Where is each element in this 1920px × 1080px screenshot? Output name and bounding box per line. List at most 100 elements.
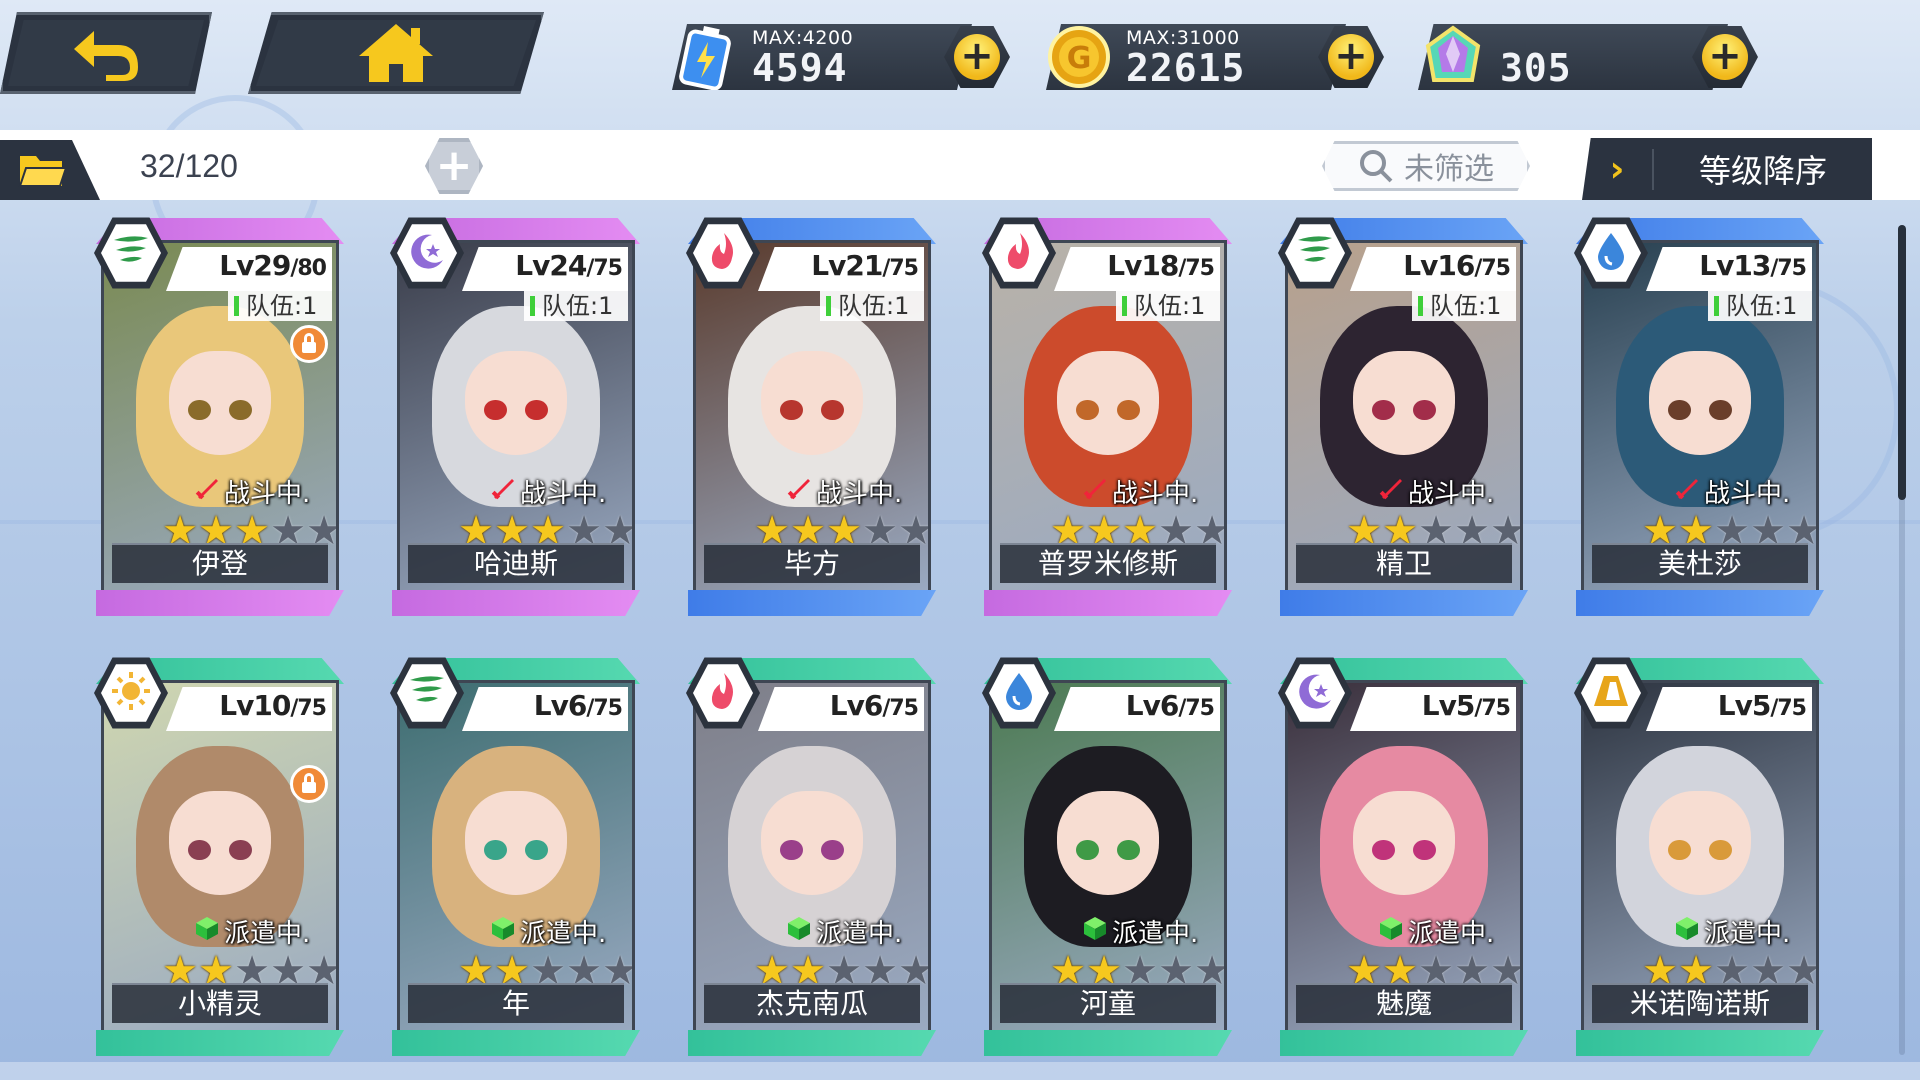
card-frame-bottom — [1280, 590, 1528, 616]
team-badge: 队伍:1 — [524, 291, 628, 321]
level-label: Lv21/75 — [811, 249, 919, 282]
wind-icon — [1294, 230, 1336, 276]
wind-icon — [110, 230, 152, 276]
crystal-value: 305 — [1500, 46, 1572, 90]
earth-icon — [1590, 670, 1632, 716]
card-body: Lv13/75 队伍:1 战斗中. ★ ★ ★ ★ ★ 美杜莎 — [1581, 240, 1819, 594]
lock-icon[interactable] — [290, 325, 328, 363]
character-card[interactable]: Lv10/75 派遣中. ★ ★ ★ ★ ★ 小精灵 — [94, 657, 344, 1056]
card-body: Lv6/75 派遣中. ★ ★ ★ ★ ★ 河童 — [989, 680, 1227, 1034]
card-frame-bottom — [392, 1030, 640, 1056]
gold-value: 22615 — [1126, 46, 1246, 90]
dispatch-cube-icon — [490, 915, 516, 948]
gold-coin-icon: G — [1044, 22, 1114, 92]
character-card[interactable]: Lv16/75 队伍:1 战斗中. ★ ★ ★ ★ ★ 精卫 — [1278, 217, 1528, 616]
level-label: Lv6/75 — [533, 689, 623, 722]
card-frame-bottom — [984, 1030, 1232, 1056]
character-card[interactable]: Lv5/75 派遣中. ★ ★ ★ ★ ★ 米诺陶诺斯 — [1574, 657, 1824, 1056]
character-card[interactable]: Lv24/75 队伍:1 战斗中. ★ ★ ★ ★ ★ 哈迪斯 — [390, 217, 640, 616]
moon-icon — [406, 230, 448, 276]
fire-icon — [998, 230, 1040, 276]
level-label: Lv6/75 — [829, 689, 919, 722]
team-badge: 队伍:1 — [1116, 291, 1220, 321]
lock-icon[interactable] — [290, 765, 328, 803]
fire-icon — [702, 230, 744, 276]
dispatch-cube-icon — [1674, 915, 1700, 948]
status-indicator: 战斗中. — [1674, 475, 1791, 509]
level-label: Lv5/75 — [1717, 689, 1807, 722]
character-name: 普罗米修斯 — [1000, 543, 1216, 583]
status-label: 派遣中. — [816, 918, 903, 949]
character-name: 杰克南瓜 — [704, 983, 920, 1023]
team-badge: 队伍:1 — [1412, 291, 1516, 321]
level-label: Lv5/75 — [1421, 689, 1511, 722]
character-card[interactable]: Lv6/75 派遣中. ★ ★ ★ ★ ★ 年 — [390, 657, 640, 1056]
status-label: 派遣中. — [1704, 918, 1791, 949]
status-label: 战斗中. — [816, 478, 903, 509]
dispatch-cube-icon — [194, 915, 220, 948]
character-name: 魅魔 — [1296, 983, 1512, 1023]
home-button[interactable] — [248, 12, 544, 94]
character-name: 伊登 — [112, 543, 328, 583]
battle-sword-icon — [786, 475, 812, 508]
character-card[interactable]: Lv5/75 派遣中. ★ ★ ★ ★ ★ 魅魔 — [1278, 657, 1528, 1056]
character-card[interactable]: Lv29/80 队伍:1 战斗中. ★ ★ ★ ★ ★ 伊登 — [94, 217, 344, 616]
status-indicator: 战斗中. — [1378, 475, 1494, 509]
character-count: 32/120 — [140, 148, 238, 184]
character-card[interactable]: Lv6/75 派遣中. ★ ★ ★ ★ ★ 杰克南瓜 — [686, 657, 936, 1056]
card-frame-bottom — [1280, 1030, 1528, 1056]
team-badge: 队伍:1 — [820, 291, 924, 321]
svg-text:G: G — [1067, 41, 1092, 76]
card-body: Lv10/75 派遣中. ★ ★ ★ ★ ★ 小精灵 — [101, 680, 339, 1034]
card-body: Lv21/75 队伍:1 战斗中. ★ ★ ★ ★ ★ 毕方 — [693, 240, 931, 594]
card-frame-bottom — [96, 1030, 344, 1056]
card-body: Lv5/75 派遣中. ★ ★ ★ ★ ★ 米诺陶诺斯 — [1581, 680, 1819, 1034]
level-label: Lv16/75 — [1403, 249, 1511, 282]
stamina-battery-icon — [670, 22, 740, 92]
search-icon — [1360, 150, 1393, 183]
moon-icon — [1294, 670, 1336, 716]
status-indicator: 战斗中. — [490, 475, 606, 509]
status-label: 战斗中. — [224, 478, 311, 509]
status-indicator: 派遣中. — [1378, 915, 1495, 949]
water-icon — [998, 670, 1040, 716]
filter-label: 未筛选 — [1404, 152, 1494, 187]
character-card[interactable]: Lv18/75 队伍:1 战斗中. ★ ★ ★ ★ ★ 普罗米修斯 — [982, 217, 1232, 616]
character-card[interactable]: Lv21/75 队伍:1 战斗中. ★ ★ ★ ★ ★ 毕方 — [686, 217, 936, 616]
status-indicator: 派遣中. — [194, 915, 310, 949]
back-arrow-icon — [74, 31, 138, 81]
level-label: Lv24/75 — [515, 249, 623, 282]
character-name: 小精灵 — [112, 983, 328, 1023]
status-indicator: 战斗中. — [786, 475, 903, 509]
status-indicator: 派遣中. — [1674, 915, 1791, 949]
level-label: Lv13/75 — [1699, 249, 1807, 282]
sort-button[interactable]: › 等级降序 — [1582, 138, 1872, 200]
status-label: 派遣中. — [520, 918, 607, 949]
card-body: Lv6/75 派遣中. ★ ★ ★ ★ ★ 年 — [397, 680, 635, 1034]
card-frame-bottom — [96, 590, 344, 616]
character-name: 米诺陶诺斯 — [1592, 983, 1808, 1023]
battle-sword-icon — [1378, 475, 1404, 508]
character-card[interactable]: Lv6/75 派遣中. ★ ★ ★ ★ ★ 河童 — [982, 657, 1232, 1056]
team-badge: 队伍:1 — [1708, 291, 1812, 321]
character-card[interactable]: Lv13/75 队伍:1 战斗中. ★ ★ ★ ★ ★ 美杜莎 — [1574, 217, 1824, 616]
status-indicator: 战斗中. — [1082, 475, 1199, 509]
home-icon — [359, 24, 433, 82]
status-label: 战斗中. — [1112, 478, 1199, 509]
plus-icon: + — [954, 34, 1000, 80]
status-label: 派遣中. — [1408, 918, 1495, 949]
filter-button[interactable]: 未筛选 — [1322, 141, 1530, 191]
wind-icon — [406, 670, 448, 716]
status-label: 战斗中. — [1704, 478, 1791, 509]
status-indicator: 派遣中. — [490, 915, 607, 949]
card-frame-bottom — [1576, 1030, 1824, 1056]
sort-label: 等级降序 — [1698, 152, 1827, 190]
card-body: Lv16/75 队伍:1 战斗中. ★ ★ ★ ★ ★ 精卫 — [1285, 240, 1523, 594]
back-button[interactable] — [0, 12, 212, 94]
folder-icon — [18, 156, 68, 187]
character-name: 美杜莎 — [1592, 543, 1808, 583]
battle-sword-icon — [194, 475, 220, 508]
scrollbar-thumb[interactable] — [1898, 225, 1906, 500]
plus-icon: + — [1702, 34, 1748, 80]
card-frame-bottom — [688, 590, 936, 616]
